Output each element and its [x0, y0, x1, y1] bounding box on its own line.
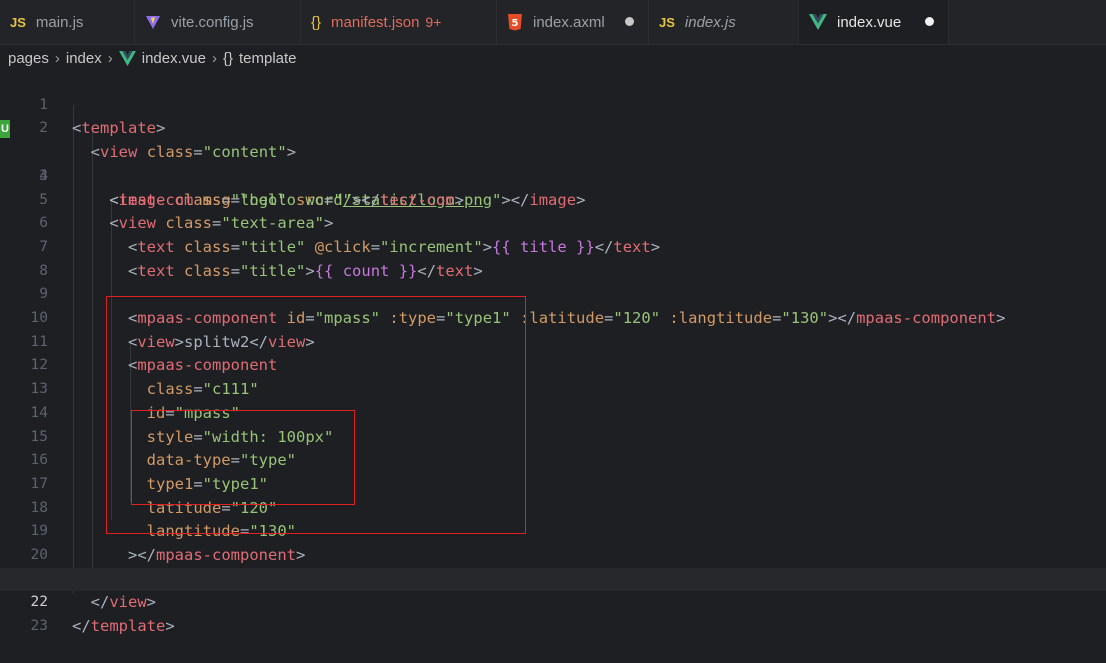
breadcrumb-item-file[interactable]: index.vue [142, 50, 206, 67]
tab-label: main.js [35, 13, 84, 31]
code-line: 4 <test-com msg="hello word"></test-com> [0, 141, 1106, 209]
unsaved-dot-icon [925, 17, 934, 26]
tab-manifest-json[interactable]: {} manifest.json 9+ [301, 0, 497, 44]
tab-main-js[interactable]: JS main.js [0, 0, 135, 44]
javascript-file-icon: JS [659, 14, 675, 30]
code-line: 11 <mpaas-component [0, 307, 1106, 375]
code-line: 17 latitude="120" [0, 449, 1106, 517]
code-line: 10 <view>splitw2</view> [0, 283, 1106, 351]
breadcrumb: pages › index › index.vue › {} template [0, 45, 1106, 71]
javascript-file-icon: JS [10, 14, 26, 30]
code-line: 13 id="mpass" [0, 354, 1106, 422]
chevron-right-icon: › [54, 49, 60, 67]
tab-label: manifest.json [331, 13, 420, 31]
code-line: 8 [0, 236, 1106, 279]
html5-file-icon: 5 [507, 13, 523, 31]
code-line: 15 data-type="type" [0, 402, 1106, 470]
code-line: 7 <text class="title">{{ count }}</text> [0, 212, 1106, 280]
breadcrumb-item-template[interactable]: template [239, 50, 297, 67]
code-line: 23 [0, 591, 1106, 634]
tab-label: vite.config.js [171, 13, 254, 31]
code-editor[interactable]: 1 <template> 2 <view class="content"> U … [0, 70, 1106, 635]
code-line: 9 <mpaas-component id="mpass" :type="typ… [0, 260, 1106, 327]
code-line: 2 <view class="content"> [0, 94, 1106, 161]
line-number: 23 [30, 618, 48, 635]
tab-index-js[interactable]: JS index.js [649, 0, 799, 44]
vue-file-icon [118, 50, 136, 66]
chevron-right-icon: › [211, 49, 217, 67]
unsaved-dot-icon [625, 17, 634, 26]
breadcrumb-item-pages[interactable]: pages [8, 50, 49, 67]
breadcrumb-item-index[interactable]: index [66, 50, 102, 67]
git-untracked-marker: U [0, 120, 10, 139]
code-line: 14 style="width: 100px" [0, 378, 1106, 446]
code-line: 19 ></mpaas-component> [0, 497, 1106, 564]
json-file-icon: {} [311, 13, 322, 31]
code-line: 21 </view> [0, 544, 1106, 612]
code-line: 6 <text class="title" @click="increment"… [0, 189, 1106, 256]
tag-name: template [90, 617, 166, 636]
vue-file-icon [809, 14, 827, 30]
code-line: 18 langtitude="130" [0, 473, 1106, 541]
code-line: 16 type1="type1" [0, 426, 1106, 493]
braces-symbol-icon: {} [222, 49, 233, 67]
tab-label: index.axml [533, 13, 605, 31]
code-line: 20 </view> [0, 520, 1106, 588]
vite-file-icon [145, 14, 161, 30]
tab-vite-config[interactable]: vite.config.js [135, 0, 301, 44]
tab-index-vue[interactable]: index.vue [799, 0, 949, 44]
code-line-current: 22 </template> [0, 567, 1106, 635]
code-line: 5 <view class="text-area"> [0, 165, 1106, 233]
editor-tab-bar: JS main.js vite.config.js {} manifest.js… [0, 0, 1106, 45]
tab-label: index.js [684, 13, 736, 31]
chevron-right-icon: › [107, 49, 113, 67]
code-line: 12 class="c111" [0, 331, 1106, 398]
tab-index-axml[interactable]: 5 index.axml [497, 0, 649, 44]
svg-text:5: 5 [512, 18, 519, 29]
problems-badge: 9+ [425, 14, 442, 30]
code-line: 1 <template> [0, 70, 1106, 138]
code-line: U 3 <image class="logo" src="/static/log… [0, 117, 1106, 209]
tab-label: index.vue [837, 13, 902, 31]
